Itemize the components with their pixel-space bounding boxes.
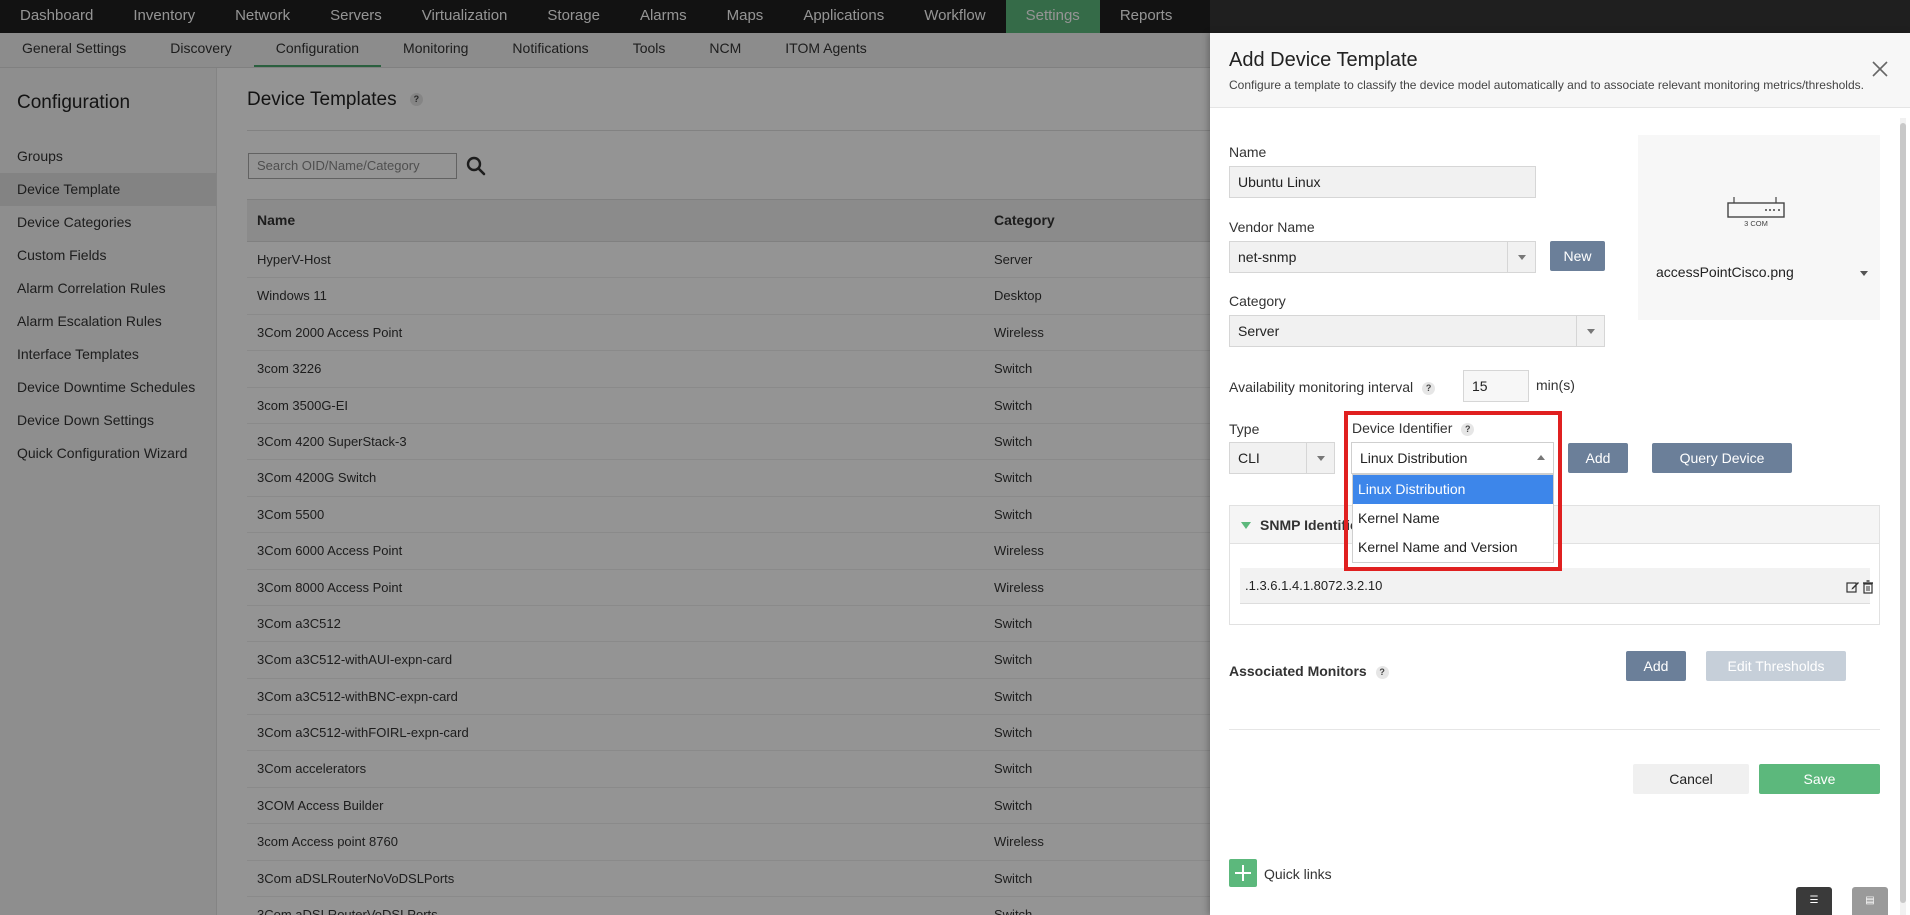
snmp-oid-row: .1.3.6.1.4.1.8072.3.2.10 (1240, 568, 1873, 604)
chevron-down-icon (1576, 316, 1604, 346)
device-identifier-options: Linux Distribution Kernel Name Kernel Name… (1352, 474, 1554, 563)
dropdown-option[interactable]: Linux Distribution (1353, 475, 1553, 504)
name-label: Name (1229, 144, 1267, 160)
chat-icon[interactable]: ☰ (1796, 887, 1832, 915)
modal-overlay[interactable] (0, 0, 1210, 915)
scrollbar-thumb[interactable] (1900, 123, 1906, 903)
chevron-up-icon (1537, 455, 1545, 460)
availability-label: Availability monitoring interval ? (1229, 379, 1436, 395)
vendor-name-select[interactable]: net-snmp (1229, 241, 1536, 273)
plus-icon[interactable] (1229, 859, 1257, 887)
delete-icon[interactable] (1862, 580, 1874, 594)
panel-subtitle: Configure a template to classify the dev… (1229, 78, 1864, 92)
availability-label-text: Availability monitoring interval (1229, 379, 1414, 395)
save-button[interactable]: Save (1759, 764, 1880, 794)
category-select[interactable]: Server (1229, 315, 1605, 347)
device-image-picker[interactable]: 3 COM accessPointCisco.png (1638, 135, 1880, 320)
vendor-name-label: Vendor Name (1229, 219, 1315, 235)
category-value: Server (1238, 323, 1280, 339)
type-value: CLI (1238, 450, 1260, 466)
query-device-button[interactable]: Query Device (1652, 443, 1792, 473)
edit-icon[interactable] (1846, 580, 1860, 594)
help-icon[interactable]: ? (1422, 381, 1436, 395)
help-icon[interactable]: ? (1375, 665, 1389, 679)
device-image-name: accessPointCisco.png (1656, 264, 1794, 280)
chevron-down-icon[interactable] (1860, 271, 1868, 276)
cancel-button[interactable]: Cancel (1633, 764, 1749, 794)
device-identifier-value: Linux Distribution (1360, 450, 1468, 466)
panel-title: Add Device Template (1229, 49, 1418, 71)
category-label: Category (1229, 293, 1286, 309)
availability-unit: min(s) (1536, 377, 1575, 393)
divider (1229, 729, 1880, 730)
device-image-caption: 3 COM (1744, 219, 1768, 227)
chevron-down-icon (1507, 242, 1535, 272)
associated-monitors-text: Associated Monitors (1229, 663, 1367, 679)
type-label: Type (1229, 421, 1260, 437)
snmp-oid-value: .1.3.6.1.4.1.8072.3.2.10 (1245, 578, 1383, 593)
vendor-name-value: net-snmp (1238, 249, 1297, 265)
dropdown-option[interactable]: Kernel Name (1353, 504, 1553, 533)
device-identifier-select[interactable]: Linux Distribution (1351, 442, 1554, 474)
type-select[interactable]: CLI (1229, 442, 1335, 474)
add-monitor-button[interactable]: Add (1626, 651, 1686, 681)
chevron-down-icon (1306, 443, 1334, 473)
availability-interval-field[interactable]: 15 (1463, 370, 1529, 402)
new-vendor-button[interactable]: New (1550, 241, 1605, 271)
associated-monitors-label: Associated Monitors ? (1229, 663, 1389, 679)
message-icon[interactable]: ▤ (1852, 887, 1888, 915)
quick-links[interactable]: Quick links (1264, 866, 1332, 882)
collapse-triangle-icon[interactable] (1241, 522, 1251, 529)
device-image-icon: 3 COM (1727, 197, 1785, 227)
edit-thresholds-button[interactable]: Edit Thresholds (1706, 651, 1846, 681)
close-icon[interactable] (1868, 57, 1892, 81)
panel-header: Add Device Template Configure a template… (1210, 33, 1910, 108)
dropdown-option[interactable]: Kernel Name and Version (1353, 533, 1553, 562)
panel-scrollbar[interactable] (1900, 118, 1906, 915)
add-identifier-button[interactable]: Add (1568, 443, 1628, 473)
name-field[interactable]: Ubuntu Linux (1229, 166, 1536, 198)
